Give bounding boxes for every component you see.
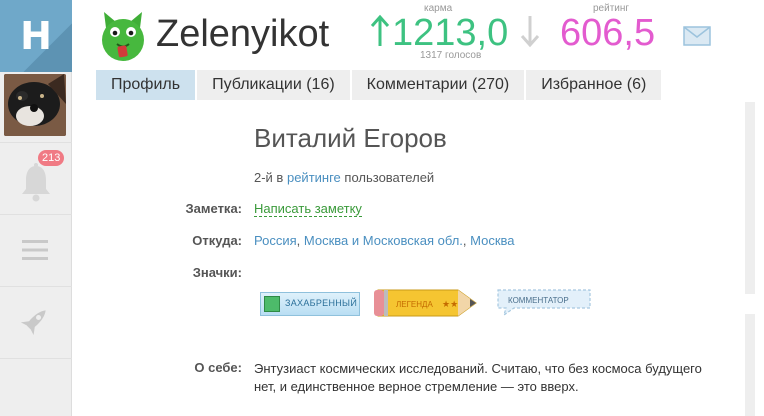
profile-username: Zelenyikot (156, 13, 330, 55)
tab-profile[interactable]: Профиль (96, 70, 196, 100)
rank-suffix: пользователей (344, 170, 435, 185)
from-row: Россия, Москва и Московская обл., Москва (254, 233, 515, 248)
note-row: Написать заметку (254, 201, 362, 217)
about-text: Энтузиаст космических исследований. Счит… (254, 361, 702, 394)
about-label: О себе: (194, 360, 242, 375)
notifications-badge: 213 (38, 150, 65, 166)
badge-zahabrenny[interactable]: ЗАХАБРЕННЫЙ (260, 292, 360, 316)
badge-commentator-label: КОММЕНТАТОР (508, 296, 569, 305)
write-note-link[interactable]: Написать заметку (254, 201, 362, 217)
badge-legend[interactable]: ЛЕГЕНДА ★★ (374, 286, 480, 320)
mail-icon[interactable] (683, 26, 711, 46)
rating-link[interactable]: рейтинге (287, 170, 341, 185)
svg-text:★★: ★★ (442, 300, 458, 310)
badge-commentator[interactable]: КОММЕНТАТОР (494, 286, 594, 317)
rank-line: 2-й в рейтинге пользователей (254, 170, 434, 185)
speech-bubble-badge-icon: КОММЕНТАТОР (497, 289, 591, 317)
user-avatar[interactable] (4, 74, 66, 136)
scrollbar-track-lower[interactable] (745, 314, 755, 416)
rating-value: 606,5 (560, 12, 656, 54)
tab-favorites[interactable]: Избранное (6) (526, 70, 662, 100)
profile-tabs: Профиль Публикации (16) Комментарии (270… (96, 70, 663, 100)
bell-icon[interactable] (18, 162, 54, 202)
badges-label: Значки: (192, 265, 242, 280)
note-label: Заметка: (185, 201, 242, 216)
karma-votes: 1317 голосов (420, 50, 482, 61)
profile-full-name: Виталий Егоров (254, 123, 447, 153)
from-label: Откуда: (192, 233, 242, 248)
green-cat-avatar (102, 12, 144, 61)
dog-photo (4, 74, 66, 136)
site-logo[interactable]: H (0, 0, 72, 72)
rocket-icon[interactable] (18, 304, 52, 338)
location-link-region[interactable]: Москва и Московская обл. (304, 233, 463, 248)
vote-down-icon[interactable] (520, 14, 540, 48)
logo-letter: H (20, 14, 52, 58)
badge-legend-label: ЛЕГЕНДА (396, 300, 433, 309)
pencil-badge-icon: ЛЕГЕНДА ★★ (374, 289, 477, 317)
rank-prefix: 2-й в (254, 170, 284, 185)
location-link-country[interactable]: Россия (254, 233, 297, 248)
tab-comments[interactable]: Комментарии (270) (351, 70, 525, 100)
tab-publications[interactable]: Публикации (16) (197, 70, 350, 100)
badge-arrow-icon (264, 296, 280, 312)
badge-zahabrenny-label: ЗАХАБРЕННЫЙ (285, 298, 358, 308)
vote-up-icon[interactable] (370, 14, 390, 48)
location-link-city[interactable]: Москва (470, 233, 514, 248)
scrollbar-track[interactable] (745, 102, 755, 294)
